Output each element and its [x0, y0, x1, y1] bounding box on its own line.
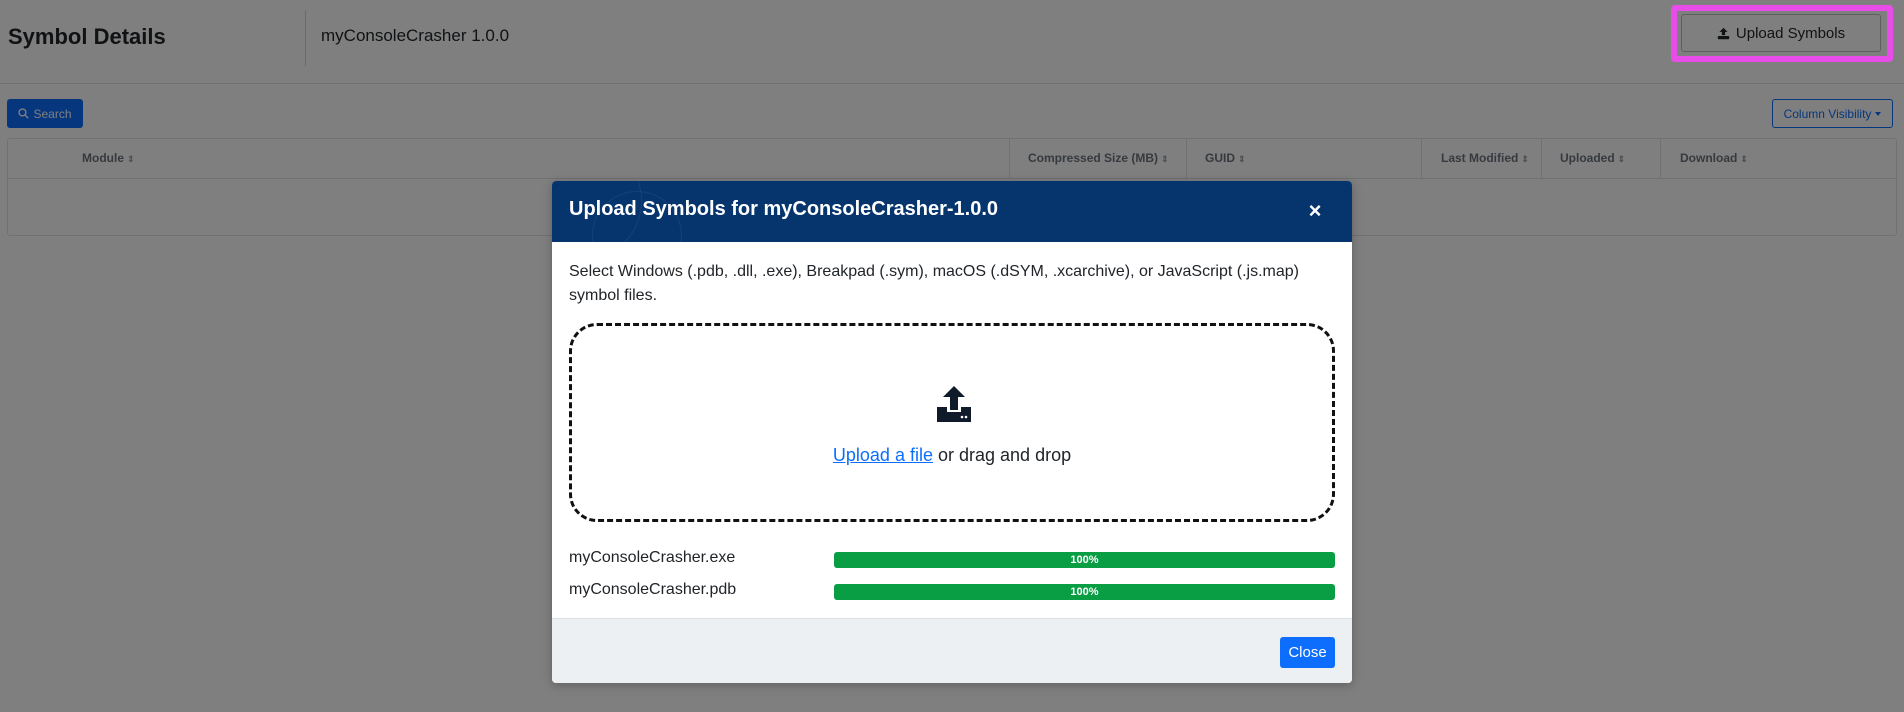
- close-button[interactable]: Close: [1280, 637, 1335, 668]
- highlight-box: [1671, 5, 1893, 62]
- dropzone-text: Upload a file or drag and drop: [572, 445, 1332, 466]
- modal-title: Upload Symbols for myConsoleCrasher-1.0.…: [569, 198, 999, 220]
- file-upload-row: myConsoleCrasher.exe 100%: [569, 549, 1335, 571]
- file-dropzone[interactable]: Upload a file or drag and drop: [569, 323, 1335, 522]
- progress-bar-track: 100%: [834, 584, 1335, 600]
- file-upload-row: myConsoleCrasher.pdb 100%: [569, 581, 1335, 603]
- file-name: myConsoleCrasher.pdb: [569, 581, 737, 598]
- upload-symbols-modal: Upload Symbols for myConsoleCrasher-1.0.…: [552, 181, 1352, 683]
- progress-bar-track: 100%: [834, 552, 1335, 568]
- upload-icon: [937, 386, 971, 422]
- progress-bar: 100%: [834, 552, 1335, 568]
- file-name: myConsoleCrasher.exe: [569, 549, 736, 566]
- close-icon[interactable]: ×: [1304, 198, 1326, 223]
- modal-footer: Close: [552, 618, 1352, 683]
- progress-bar: 100%: [834, 584, 1335, 600]
- modal-header: Upload Symbols for myConsoleCrasher-1.0.…: [552, 181, 1352, 242]
- upload-file-link[interactable]: Upload a file: [833, 445, 933, 465]
- drag-drop-text: or drag and drop: [938, 445, 1072, 465]
- modal-description: Select Windows (.pdb, .dll, .exe), Break…: [569, 263, 1299, 304]
